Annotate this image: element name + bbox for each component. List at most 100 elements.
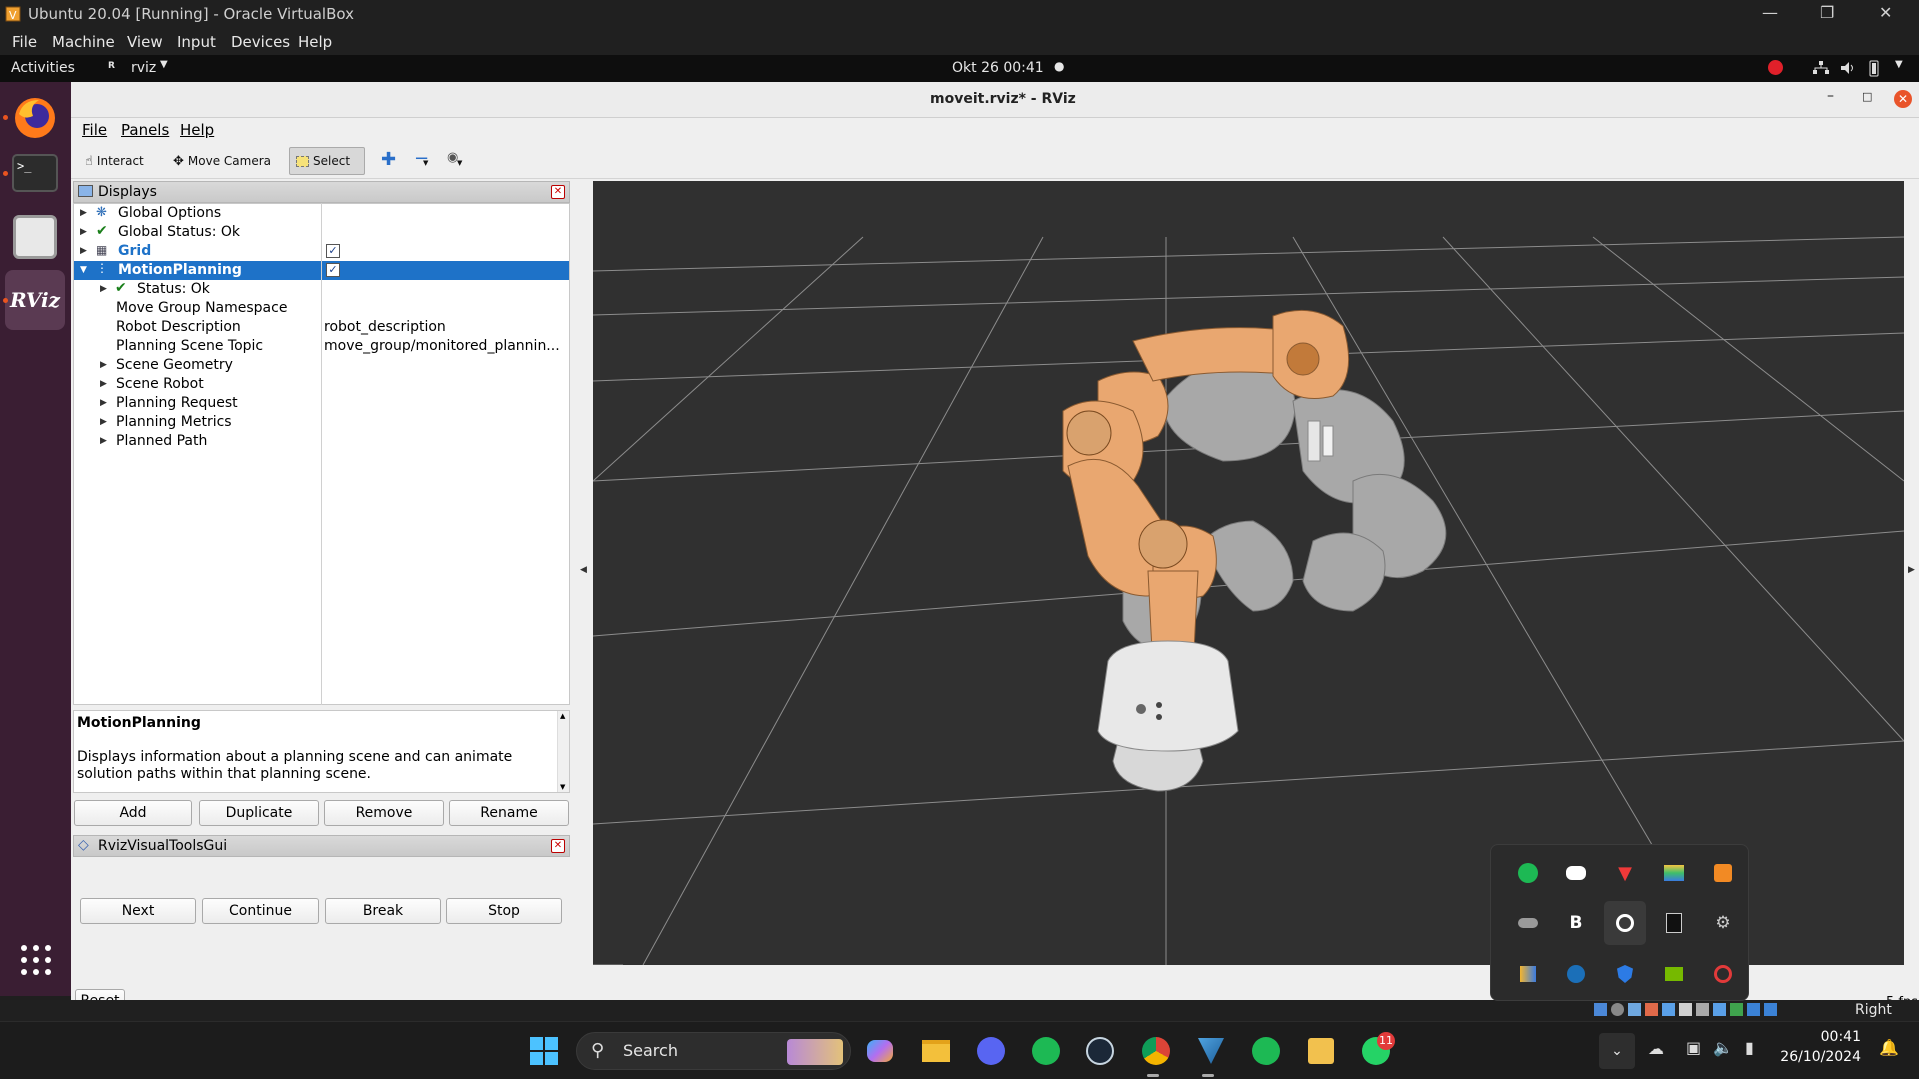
rviz-menu-help[interactable]: Help <box>180 121 214 139</box>
windows-start-icon[interactable] <box>526 1033 562 1069</box>
expand-arrow-icon[interactable]: ▶ <box>100 398 107 408</box>
menu-help[interactable]: Help <box>298 33 332 51</box>
clock[interactable]: Okt 26 00:41 <box>952 60 1044 76</box>
rviz-dock-icon[interactable]: RViz <box>5 270 65 330</box>
taskbar-date[interactable]: 26/10/2024 <box>1771 1049 1861 1065</box>
expand-arrow-icon[interactable]: ▶ <box>80 208 87 218</box>
speaker-icon[interactable]: 🔈 <box>1713 1038 1733 1057</box>
app-b-tray-icon[interactable]: B <box>1555 901 1597 945</box>
usb-icon[interactable] <box>1662 1003 1675 1016</box>
grid-enabled-checkbox[interactable]: ✓ <box>326 244 340 258</box>
minimize-icon[interactable]: — <box>1762 3 1778 22</box>
expand-arrow-icon[interactable]: ▶ <box>100 417 107 427</box>
firefox-icon[interactable] <box>5 88 65 148</box>
cpu-icon[interactable] <box>1730 1003 1743 1016</box>
app-colorful-tray-icon[interactable] <box>1507 952 1549 996</box>
do-not-disturb-icon[interactable] <box>1768 60 1783 75</box>
break-button[interactable]: Break <box>325 898 441 924</box>
spotify-tray-icon[interactable] <box>1507 851 1549 895</box>
notification-bell-icon[interactable]: 🔔 <box>1879 1038 1899 1057</box>
taskbar-search-box[interactable]: ⚲ Search <box>576 1032 851 1070</box>
expand-arrow-icon[interactable]: ▶ <box>100 436 107 446</box>
collapse-arrow-icon[interactable]: ▼ <box>80 265 87 275</box>
shared-folder-icon[interactable] <box>1679 1003 1692 1016</box>
show-hidden-icons-chevron-icon[interactable]: ⌄ <box>1599 1033 1635 1069</box>
chrome-icon[interactable] <box>1138 1033 1174 1069</box>
expand-arrow-icon[interactable]: ▶ <box>100 360 107 370</box>
virtualbox-taskbar-icon[interactable] <box>1193 1033 1229 1069</box>
motionplanning-enabled-checkbox[interactable]: ✓ <box>326 263 340 277</box>
app-pencil-icon[interactable] <box>1303 1033 1339 1069</box>
discord-icon[interactable] <box>973 1033 1009 1069</box>
discord-tray-icon[interactable] <box>1555 851 1597 895</box>
battery-icon[interactable] <box>1868 59 1880 77</box>
add-display-button[interactable]: Add <box>74 800 192 826</box>
steam-icon[interactable] <box>1082 1033 1118 1069</box>
volume-icon[interactable] <box>1839 60 1857 76</box>
move-camera-tool-button[interactable]: ✥ Move Camera <box>167 147 277 175</box>
rename-display-button[interactable]: Rename <box>449 800 569 826</box>
terminal-icon[interactable]: >_ <box>5 143 65 203</box>
onedrive-tray-icon[interactable] <box>1507 901 1549 945</box>
network-monitor-icon[interactable]: ▣ <box>1686 1038 1701 1057</box>
show-applications-icon[interactable] <box>20 944 52 976</box>
settings-warning-tray-icon[interactable]: ⚙ <box>1702 901 1744 945</box>
steam-tray-icon[interactable] <box>1555 952 1597 996</box>
copilot-icon[interactable] <box>862 1033 898 1069</box>
continue-button[interactable]: Continue <box>202 898 319 924</box>
interact-tool-button[interactable]: ☝ Interact <box>79 147 150 175</box>
spotify-2-icon[interactable] <box>1248 1033 1284 1069</box>
vivaldi-tray-icon[interactable]: ▼ <box>1604 851 1646 895</box>
capture-icon[interactable] <box>1713 1003 1726 1016</box>
tree-value[interactable]: robot_description <box>324 319 446 335</box>
optical-drive-icon[interactable] <box>1611 1003 1624 1016</box>
epic-games-tray-icon[interactable] <box>1653 901 1695 945</box>
activities-button[interactable]: Activities <box>11 60 75 76</box>
rviz-maximize-icon[interactable]: □ <box>1862 90 1872 103</box>
files-icon[interactable] <box>5 207 65 267</box>
menu-machine[interactable]: Machine <box>52 33 115 51</box>
next-button[interactable]: Next <box>80 898 196 924</box>
app-red-tray-icon[interactable] <box>1702 952 1744 996</box>
expand-arrow-icon[interactable]: ▶ <box>80 227 87 237</box>
mouse-integration-icon[interactable] <box>1747 1003 1760 1016</box>
duplicate-display-button[interactable]: Duplicate <box>199 800 319 826</box>
battery-charging-icon[interactable]: ▮ <box>1745 1038 1754 1057</box>
rviz-minimize-icon[interactable]: – <box>1827 88 1834 104</box>
menu-view[interactable]: View <box>127 33 163 51</box>
defender-warning-tray-icon[interactable] <box>1604 952 1646 996</box>
system-menu-chevron-icon[interactable]: ▼ <box>1895 59 1903 70</box>
menu-file[interactable]: File <box>12 33 37 51</box>
audio-icon[interactable] <box>1628 1003 1641 1016</box>
rviz-menu-panels[interactable]: Panels <box>121 121 169 139</box>
remove-display-button[interactable]: Remove <box>324 800 444 826</box>
description-scrollbar[interactable]: ▲ ▼ <box>557 711 569 792</box>
cloud-offline-icon[interactable]: ☁ <box>1648 1039 1664 1058</box>
hdd-icon[interactable] <box>1594 1003 1607 1016</box>
scroll-down-icon[interactable]: ▼ <box>560 783 565 791</box>
taskbar-time[interactable]: 00:41 <box>1799 1029 1861 1045</box>
expand-arrow-icon[interactable]: ▶ <box>100 379 107 389</box>
stop-button[interactable]: Stop <box>446 898 562 924</box>
rviz-close-icon[interactable]: ✕ <box>1894 90 1912 108</box>
close-icon[interactable]: ✕ <box>1879 3 1892 22</box>
expand-arrow-icon[interactable]: ▶ <box>80 246 87 256</box>
file-explorer-icon[interactable] <box>918 1033 954 1069</box>
rviz-menu-file[interactable]: File <box>82 121 107 139</box>
expand-arrow-icon[interactable]: ▶ <box>100 284 107 294</box>
nvidia-tray-icon[interactable] <box>1653 952 1695 996</box>
select-tool-button[interactable]: Select <box>289 147 365 175</box>
keyboard-icon[interactable] <box>1764 1003 1777 1016</box>
logitech-tray-icon[interactable] <box>1604 901 1646 945</box>
add-tool-icon[interactable]: ✚ <box>381 149 396 170</box>
display-icon[interactable] <box>1696 1003 1709 1016</box>
close-panel-icon[interactable]: ✕ <box>551 185 565 199</box>
bluestacks-tray-icon[interactable] <box>1653 851 1695 895</box>
close-panel-icon[interactable]: ✕ <box>551 839 565 853</box>
menu-devices[interactable]: Devices <box>231 33 290 51</box>
spotify-icon[interactable] <box>1028 1033 1064 1069</box>
column-divider[interactable] <box>321 203 322 705</box>
splitter-collapse-left-icon[interactable]: ◀ <box>580 565 587 575</box>
scroll-up-icon[interactable]: ▲ <box>560 712 565 720</box>
network-adapter-icon[interactable] <box>1645 1003 1658 1016</box>
